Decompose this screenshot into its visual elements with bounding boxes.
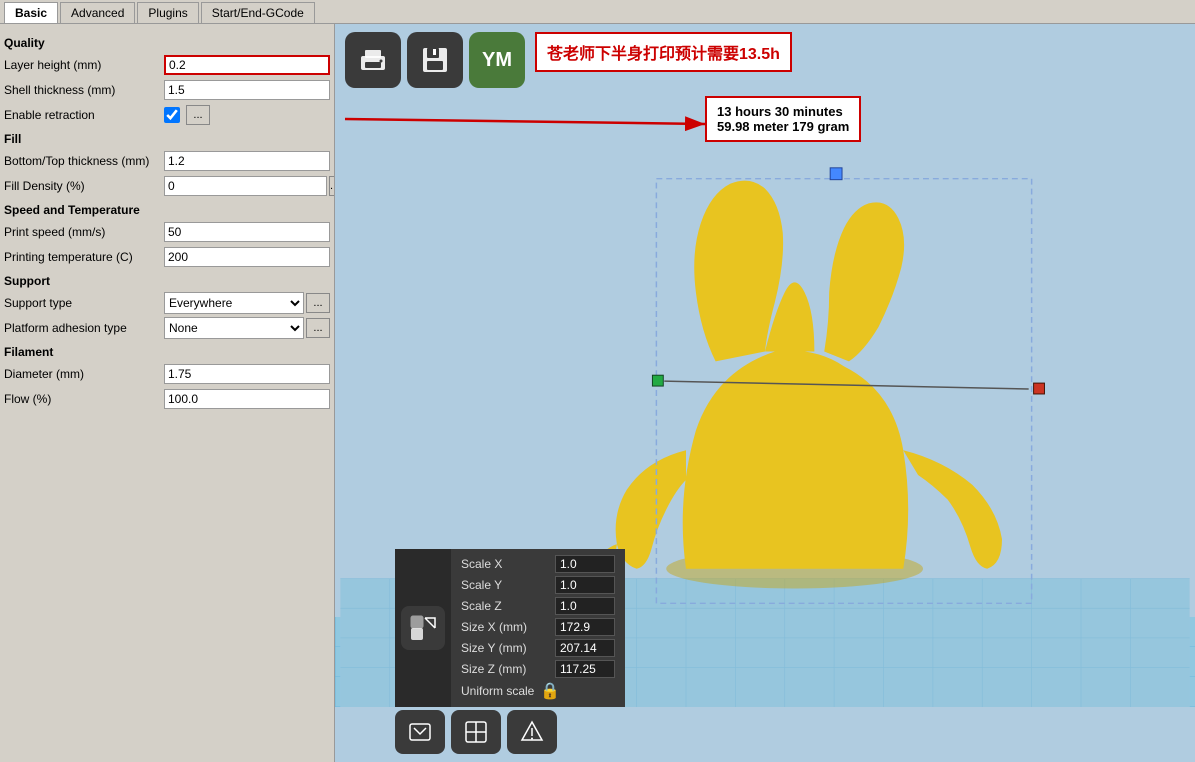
enable-retraction-row: Enable retraction ... bbox=[4, 104, 330, 126]
left-panel: Quality Layer height (mm) Shell thicknes… bbox=[0, 24, 335, 762]
diameter-row: Diameter (mm) bbox=[4, 363, 330, 385]
scale-z-row: Scale Z bbox=[461, 597, 615, 615]
scale-y-row: Scale Y bbox=[461, 576, 615, 594]
size-y-label: Size Y (mm) bbox=[461, 641, 551, 655]
print-speed-row: Print speed (mm/s) bbox=[4, 221, 330, 243]
platform-adhesion-wrap: None Brim Raft ... bbox=[164, 317, 330, 339]
flow-label: Flow (%) bbox=[4, 392, 164, 406]
uniform-scale-label: Uniform scale bbox=[461, 684, 534, 698]
flow-input[interactable] bbox=[164, 389, 330, 409]
scale-y-label: Scale Y bbox=[461, 578, 551, 592]
size-y-input[interactable] bbox=[555, 639, 615, 657]
uniform-scale-row: Uniform scale 🔒 bbox=[461, 681, 615, 701]
chinese-text: 苍老师下半身打印预计需要13.5h bbox=[547, 40, 780, 64]
scale-x-input[interactable] bbox=[555, 555, 615, 573]
print-material: 59.98 meter 179 gram bbox=[717, 119, 849, 134]
scale-y-input[interactable] bbox=[555, 576, 615, 594]
support-type-label: Support type bbox=[4, 296, 164, 310]
ym-icon-button[interactable]: YM bbox=[469, 32, 525, 88]
layer-height-row: Layer height (mm) bbox=[4, 54, 330, 76]
shell-thickness-label: Shell thickness (mm) bbox=[4, 83, 164, 97]
tab-plugins[interactable]: Plugins bbox=[137, 2, 198, 23]
tab-start-end-gcode[interactable]: Start/End-GCode bbox=[201, 2, 315, 23]
fill-density-label: Fill Density (%) bbox=[4, 179, 164, 193]
support-type-wrap: Everywhere Touching buildplate None ... bbox=[164, 292, 330, 314]
enable-retraction-checkbox[interactable] bbox=[164, 107, 180, 123]
platform-adhesion-label: Platform adhesion type bbox=[4, 321, 164, 335]
support-type-row: Support type Everywhere Touching buildpl… bbox=[4, 292, 330, 314]
bottom-top-input[interactable] bbox=[164, 151, 330, 171]
fill-section-title: Fill bbox=[4, 132, 330, 146]
scale-tool-button[interactable] bbox=[401, 606, 445, 650]
support-section-title: Support bbox=[4, 274, 330, 288]
scale-data-panel: Scale X Scale Y Scale Z Size X (mm) Size… bbox=[451, 549, 625, 707]
enable-retraction-label: Enable retraction bbox=[4, 108, 164, 122]
layer-height-input[interactable] bbox=[164, 55, 330, 75]
enable-retraction-dots-button[interactable]: ... bbox=[186, 105, 210, 125]
print-temp-input[interactable] bbox=[164, 247, 330, 267]
fill-density-row: Fill Density (%) ... bbox=[4, 175, 330, 197]
bottom-tool-3-button[interactable] bbox=[507, 710, 557, 754]
platform-adhesion-row: Platform adhesion type None Brim Raft ..… bbox=[4, 317, 330, 339]
main-area: Quality Layer height (mm) Shell thicknes… bbox=[0, 24, 1195, 762]
speed-section-title: Speed and Temperature bbox=[4, 203, 330, 217]
tab-basic[interactable]: Basic bbox=[4, 2, 58, 23]
toolbar: YM bbox=[345, 32, 525, 88]
platform-adhesion-select[interactable]: None Brim Raft bbox=[164, 317, 304, 339]
bottom-toolbar bbox=[395, 710, 557, 754]
quality-section-title: Quality bbox=[4, 36, 330, 50]
scale-x-label: Scale X bbox=[461, 557, 551, 571]
scale-x-row: Scale X bbox=[461, 555, 615, 573]
filament-section-title: Filament bbox=[4, 345, 330, 359]
size-z-label: Size Z (mm) bbox=[461, 662, 551, 676]
bottom-top-row: Bottom/Top thickness (mm) bbox=[4, 150, 330, 172]
support-type-dots-button[interactable]: ... bbox=[306, 293, 330, 313]
tabs-bar: Basic Advanced Plugins Start/End-GCode bbox=[0, 0, 1195, 24]
print-temp-row: Printing temperature (C) bbox=[4, 246, 330, 268]
shell-thickness-row: Shell thickness (mm) bbox=[4, 79, 330, 101]
print-speed-label: Print speed (mm/s) bbox=[4, 225, 164, 239]
info-box: 苍老师下半身打印预计需要13.5h bbox=[535, 32, 792, 72]
bottom-tool-2-button[interactable] bbox=[451, 710, 501, 754]
size-z-row: Size Z (mm) bbox=[461, 660, 615, 678]
size-x-row: Size X (mm) bbox=[461, 618, 615, 636]
diameter-label: Diameter (mm) bbox=[4, 367, 164, 381]
size-x-label: Size X (mm) bbox=[461, 620, 551, 634]
scale-z-input[interactable] bbox=[555, 597, 615, 615]
tab-advanced[interactable]: Advanced bbox=[60, 2, 135, 23]
print-info-box: 13 hours 30 minutes 59.98 meter 179 gram bbox=[705, 96, 861, 142]
fill-density-input[interactable] bbox=[164, 176, 327, 196]
scale-panel: Scale X Scale Y Scale Z Size X (mm) Size… bbox=[395, 549, 625, 707]
uniform-scale-lock-icon[interactable]: 🔒 bbox=[540, 681, 560, 701]
platform-adhesion-dots-button[interactable]: ... bbox=[306, 318, 330, 338]
save-icon-button[interactable] bbox=[407, 32, 463, 88]
print-speed-input[interactable] bbox=[164, 222, 330, 242]
right-panel: YM 苍老师下半身打印预计需要13.5h 13 hours 30 minutes… bbox=[335, 24, 1195, 762]
flow-row: Flow (%) bbox=[4, 388, 330, 410]
print-time: 13 hours 30 minutes bbox=[717, 104, 849, 119]
bottom-top-label: Bottom/Top thickness (mm) bbox=[4, 154, 164, 168]
print-temp-label: Printing temperature (C) bbox=[4, 250, 164, 264]
support-type-select[interactable]: Everywhere Touching buildplate None bbox=[164, 292, 304, 314]
scale-icon-column bbox=[395, 549, 451, 707]
size-z-input[interactable] bbox=[555, 660, 615, 678]
shell-thickness-input[interactable] bbox=[164, 80, 330, 100]
size-y-row: Size Y (mm) bbox=[461, 639, 615, 657]
size-x-input[interactable] bbox=[555, 618, 615, 636]
layer-height-label: Layer height (mm) bbox=[4, 58, 164, 72]
diameter-input[interactable] bbox=[164, 364, 330, 384]
bottom-tool-1-button[interactable] bbox=[395, 710, 445, 754]
settings-icon-button[interactable] bbox=[345, 32, 401, 88]
scale-z-label: Scale Z bbox=[461, 599, 551, 613]
